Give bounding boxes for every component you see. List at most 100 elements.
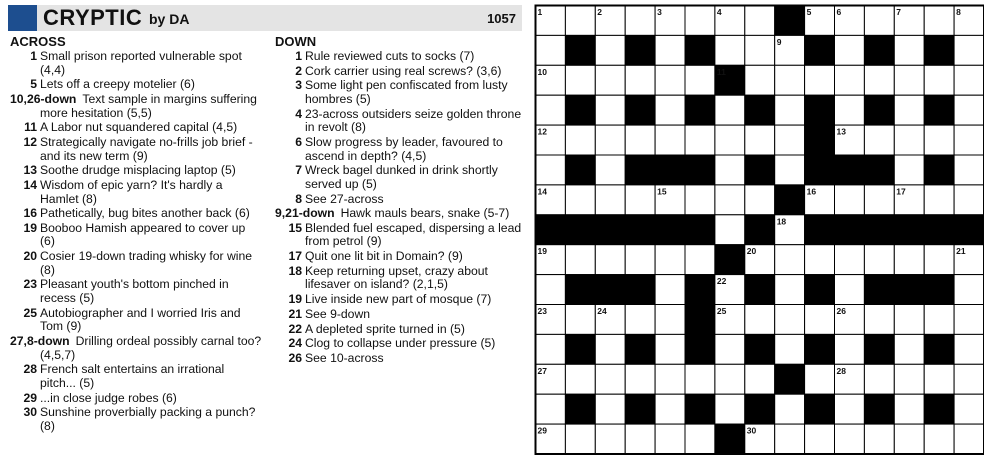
grid-cell[interactable] bbox=[834, 333, 865, 365]
across-clue[interactable]: 19 Booboo Hamish appeared to cover up (6) bbox=[10, 221, 262, 249]
grid-cell[interactable] bbox=[535, 154, 566, 186]
grid-cell[interactable] bbox=[953, 154, 984, 186]
grid-cell[interactable] bbox=[624, 244, 656, 276]
grid-cell[interactable] bbox=[535, 274, 566, 306]
grid-cell[interactable] bbox=[893, 304, 925, 335]
grid-cell[interactable] bbox=[684, 363, 716, 395]
down-clue[interactable]: 3 Some light pen confiscated from lusty h… bbox=[275, 79, 525, 106]
down-clue[interactable]: 26 See 10-across bbox=[275, 351, 525, 366]
grid-cell[interactable] bbox=[953, 363, 984, 395]
down-clue[interactable]: 6 Slow progress by leader, favoured to as… bbox=[275, 135, 525, 163]
grid-cell[interactable] bbox=[594, 34, 626, 66]
across-clue[interactable]: 16 Pathetically, bug bites another back (… bbox=[10, 206, 262, 221]
grid-cell[interactable] bbox=[594, 393, 626, 425]
grid-cell[interactable] bbox=[953, 124, 984, 156]
grid-cell[interactable] bbox=[564, 184, 596, 216]
grid-cell[interactable] bbox=[923, 184, 955, 216]
down-clue[interactable]: 7 Wreck bagel dunked in drink shortly ser… bbox=[275, 164, 525, 191]
grid-cell[interactable] bbox=[594, 94, 626, 126]
grid-cell[interactable] bbox=[714, 393, 746, 425]
grid-cell[interactable] bbox=[893, 34, 925, 66]
grid-cell[interactable] bbox=[774, 154, 806, 186]
grid-cell[interactable] bbox=[535, 393, 566, 425]
grid-cell[interactable] bbox=[624, 363, 656, 395]
grid-cell[interactable] bbox=[535, 34, 566, 66]
grid-cell[interactable] bbox=[654, 274, 686, 306]
grid-cell[interactable] bbox=[564, 64, 596, 96]
grid-cell[interactable] bbox=[654, 304, 686, 335]
grid-cell[interactable] bbox=[834, 184, 865, 216]
across-clue[interactable]: 25 Autobiographer and I worried Iris and … bbox=[10, 306, 262, 334]
down-clue[interactable]: 19 Live inside new part of mosque (7) bbox=[275, 292, 525, 307]
grid-cell[interactable] bbox=[953, 423, 984, 455]
down-clue[interactable]: 24 Clog to collapse under pressure (5) bbox=[275, 336, 525, 351]
grid-cell[interactable] bbox=[893, 154, 925, 186]
crossword-grid[interactable]: 1 2 3 4 5 6 7 8910 1112 1314 15 16 171819 20 212223 24 2… bbox=[534, 4, 984, 460]
grid-cell[interactable] bbox=[893, 124, 925, 156]
down-clue[interactable]: 21 See 9-down bbox=[275, 307, 525, 322]
across-clue[interactable]: 13 Soothe drudge misplacing laptop (5) bbox=[10, 163, 262, 178]
grid-cell[interactable] bbox=[834, 393, 865, 425]
grid-cell[interactable] bbox=[863, 244, 895, 276]
across-clue[interactable]: 1 Small prison reported vulnerable spot (… bbox=[10, 49, 262, 77]
grid-cell[interactable] bbox=[594, 184, 626, 216]
grid-cell[interactable] bbox=[923, 363, 955, 395]
grid-cell[interactable] bbox=[863, 423, 895, 455]
grid-cell[interactable] bbox=[684, 244, 716, 276]
grid-cell[interactable] bbox=[863, 64, 895, 96]
grid-cell[interactable] bbox=[654, 363, 686, 395]
grid-cell[interactable] bbox=[594, 333, 626, 365]
grid-cell[interactable] bbox=[684, 5, 716, 36]
grid-cell[interactable] bbox=[774, 244, 806, 276]
grid-cell[interactable] bbox=[834, 34, 865, 66]
down-clue[interactable]: 4 23-across outsiders seize golden throne… bbox=[275, 107, 525, 135]
grid-cell[interactable] bbox=[594, 423, 626, 455]
grid-cell[interactable] bbox=[624, 184, 656, 216]
grid-cell[interactable] bbox=[893, 333, 925, 365]
grid-cell[interactable] bbox=[564, 363, 596, 395]
grid-cell[interactable] bbox=[535, 94, 566, 126]
down-clue[interactable]: 9,21-down Hawk mauls bears, snake (5-7) bbox=[275, 206, 525, 221]
across-clue[interactable]: 29 ...in close judge robes (6) bbox=[10, 391, 262, 406]
grid-cell[interactable] bbox=[834, 423, 865, 455]
grid-cell[interactable] bbox=[923, 5, 955, 36]
grid-cell[interactable] bbox=[953, 94, 984, 126]
across-clue[interactable]: 27,8-down Drilling ordeal possibly carnal… bbox=[10, 334, 262, 362]
grid-cell[interactable] bbox=[744, 64, 776, 96]
grid-cell[interactable] bbox=[774, 124, 806, 156]
grid-cell[interactable] bbox=[714, 363, 746, 395]
grid-cell[interactable] bbox=[923, 304, 955, 335]
grid-cell[interactable] bbox=[654, 393, 686, 425]
grid-cell[interactable] bbox=[804, 423, 836, 455]
down-clue[interactable]: 8 See 27-across bbox=[275, 192, 525, 207]
grid-cell[interactable] bbox=[774, 64, 806, 96]
grid-cell[interactable] bbox=[774, 333, 806, 365]
across-clue[interactable]: 23 Pleasant youth's bottom pinched in rec… bbox=[10, 278, 262, 305]
grid-cell[interactable] bbox=[564, 423, 596, 455]
grid-cell[interactable] bbox=[774, 423, 806, 455]
grid-cell[interactable] bbox=[774, 274, 806, 306]
grid-cell[interactable] bbox=[893, 94, 925, 126]
grid-cell[interactable] bbox=[684, 64, 716, 96]
grid-cell[interactable] bbox=[923, 244, 955, 276]
grid-cell[interactable] bbox=[714, 34, 746, 66]
grid-cell[interactable] bbox=[804, 304, 836, 335]
grid-cell[interactable] bbox=[714, 124, 746, 156]
across-clue[interactable]: 5 Lets off a creepy motelier (6) bbox=[10, 77, 262, 92]
grid-cell[interactable] bbox=[654, 423, 686, 455]
grid-cell[interactable] bbox=[953, 274, 984, 306]
across-clue[interactable]: 10,26-down Text sample in margins sufferi… bbox=[10, 92, 262, 120]
grid-cell[interactable] bbox=[804, 244, 836, 276]
grid-cell[interactable] bbox=[714, 154, 746, 186]
grid-cell[interactable] bbox=[953, 304, 984, 335]
grid-cell[interactable] bbox=[834, 274, 865, 306]
grid-cell[interactable] bbox=[923, 124, 955, 156]
grid-cell[interactable] bbox=[863, 304, 895, 335]
across-clue[interactable]: 30 Sunshine proverbially packing a punch?… bbox=[10, 406, 262, 433]
grid-cell[interactable] bbox=[744, 5, 776, 36]
grid-cell[interactable] bbox=[834, 94, 865, 126]
grid-cell[interactable] bbox=[654, 124, 686, 156]
grid-cell[interactable] bbox=[624, 5, 656, 36]
grid-cell[interactable] bbox=[624, 304, 656, 335]
grid-cell[interactable] bbox=[744, 184, 776, 216]
